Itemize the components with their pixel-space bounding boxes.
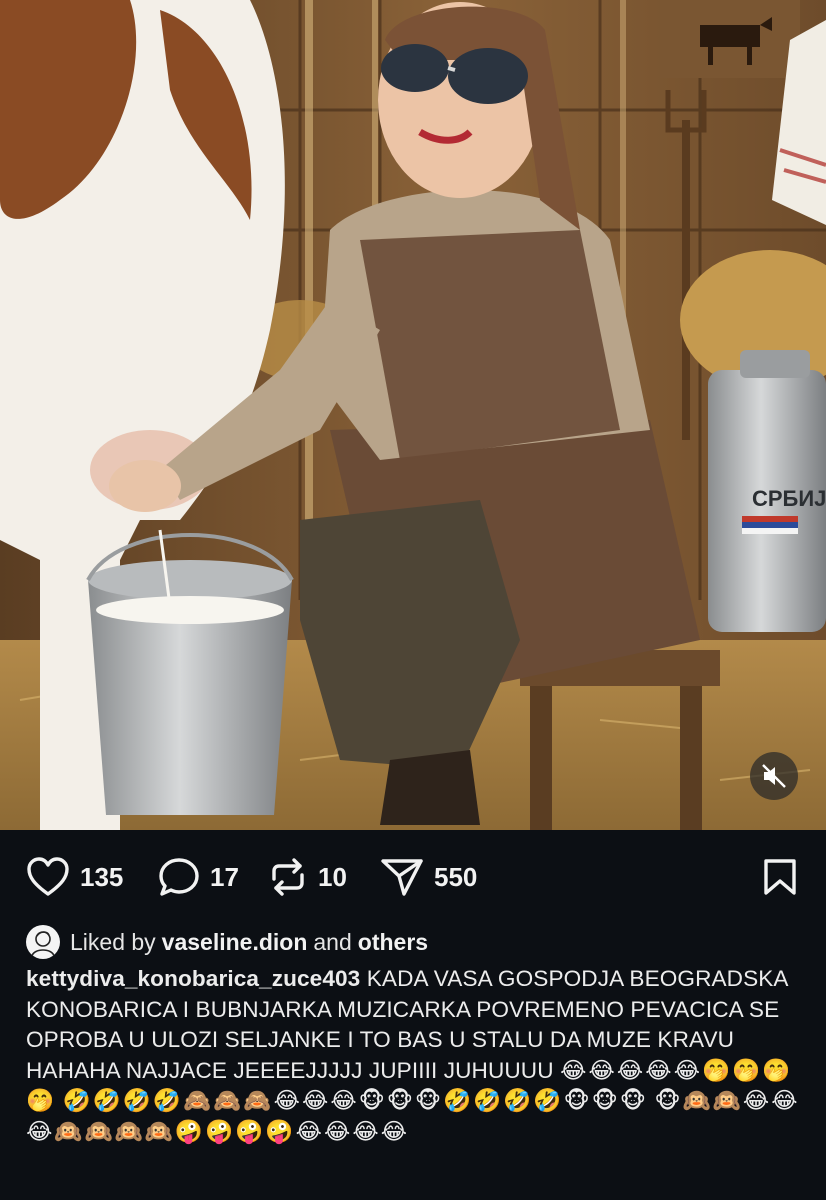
- save-button[interactable]: [760, 856, 800, 898]
- mute-button[interactable]: [750, 752, 798, 800]
- liked-by-prefix: Liked by: [70, 928, 156, 955]
- caption-username[interactable]: kettydiva_konobarica_zuce403: [26, 966, 360, 991]
- share-button[interactable]: 550: [380, 856, 477, 898]
- liked-by-row: Liked by vaseline.dion and others: [26, 922, 428, 962]
- liked-by-conjunction: and: [313, 928, 352, 955]
- comment-button[interactable]: 17: [158, 856, 239, 898]
- avatar-sketch-icon: [31, 931, 55, 957]
- like-button[interactable]: 135: [26, 856, 123, 898]
- liked-by-avatar[interactable]: [26, 925, 60, 959]
- heart-icon: [27, 857, 69, 896]
- like-count: 135: [80, 861, 124, 892]
- repost-button[interactable]: 10: [268, 856, 347, 898]
- share-count: 550: [434, 861, 478, 892]
- bookmark-icon: [764, 859, 796, 895]
- speaker-muted-icon: [762, 764, 786, 788]
- post-action-bar: 135 17 10 550: [0, 852, 826, 902]
- liked-by-others-link[interactable]: others: [358, 929, 428, 956]
- post-caption: kettydiva_konobarica_zuce403 KADA VASA G…: [26, 964, 806, 1147]
- paper-plane-icon: [381, 859, 423, 896]
- repost-arrows-icon: [272, 858, 304, 896]
- repost-count: 10: [318, 861, 347, 892]
- caption-emojis-2: 🤣🤣🤣🤣🙈🙈🙈😂😂😂🐵🐵🐵🤣🤣🤣🤣🐵🐵🐵: [62, 1088, 648, 1114]
- post-photo: СРБИЈА: [0, 0, 826, 830]
- speech-bubble-icon: [159, 858, 199, 896]
- liked-by-username[interactable]: vaseline.dion: [162, 929, 308, 956]
- post-media[interactable]: СРБИЈА: [0, 0, 826, 830]
- comment-count: 17: [210, 861, 239, 892]
- milk-can-label: СРБИЈА: [752, 486, 826, 511]
